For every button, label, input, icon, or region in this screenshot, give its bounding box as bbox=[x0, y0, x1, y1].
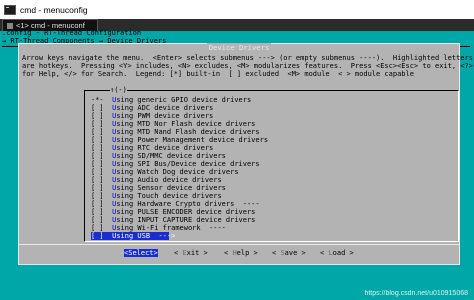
window-titlebar: cmd - menuconfig bbox=[0, 0, 474, 19]
menu-item-label: sing PULSE ENCODER device drivers bbox=[116, 208, 256, 216]
menu-item-checkbox[interactable]: [ ] bbox=[91, 168, 104, 176]
menu-item-checkbox[interactable]: [ ] bbox=[91, 184, 104, 192]
menu-item-label: sing RTC device drivers bbox=[116, 144, 214, 152]
help-text-line: are hotkeys. Pressing <Y> includes, <N> … bbox=[22, 62, 473, 70]
menu-item[interactable]: [ ] Using SPI Bus/Device device drivers bbox=[91, 160, 260, 168]
button-label: elp > bbox=[236, 249, 258, 257]
console-tab-icon bbox=[7, 22, 13, 29]
menu-item-label: sing ADC device drivers bbox=[116, 104, 214, 112]
menu-item-checkbox[interactable]: [ ] bbox=[91, 208, 104, 216]
menu-item[interactable]: [ ] Using PWM device drivers bbox=[91, 112, 251, 120]
help-text-line: for Help, </> for Search. Legend: [*] bu… bbox=[22, 70, 414, 78]
menu-item-label: sing USB ---> bbox=[116, 232, 176, 240]
menu-item-checkbox[interactable]: [ ] bbox=[91, 120, 104, 128]
menu-item-checkbox[interactable]: [ ] bbox=[91, 152, 104, 160]
menu-item-checkbox[interactable]: [ ] bbox=[91, 160, 104, 168]
window-title: cmd - menuconfig bbox=[20, 4, 88, 15]
menu-item[interactable]: [ ] Using Watch Dog device drivers bbox=[91, 168, 251, 176]
menu-item[interactable]: [ ] Using PULSE ENCODER device drivers bbox=[91, 208, 255, 216]
menu-item-checkbox[interactable]: [ ] bbox=[91, 136, 104, 144]
menu-item-label: sing Power Management device drivers bbox=[116, 136, 269, 144]
terminal-icon bbox=[4, 4, 16, 15]
button-label: xit > bbox=[186, 249, 208, 257]
menu-item[interactable]: [ ] Using MTD Nand Flash device drivers bbox=[91, 128, 260, 136]
menu-item-label: sing Wi-Fi framework ---- bbox=[116, 224, 226, 232]
menu-item-checkbox[interactable]: -*- bbox=[91, 96, 104, 104]
menu-item-label: sing generic GPIO device drivers bbox=[116, 96, 252, 104]
menu-item-label: sing INPUT CAPTURE device drivers bbox=[116, 216, 256, 224]
menu-item-label: sing Hardware Crypto drivers ---- bbox=[116, 200, 260, 208]
menu-item-checkbox[interactable]: [ ] bbox=[91, 176, 104, 184]
menu-dialog: Device Drivers Arrow keys navigate the m… bbox=[18, 43, 473, 265]
menu-item[interactable]: [ ] Using Power Management device driver… bbox=[91, 136, 268, 144]
menu-item-label: sing SPI Bus/Device device drivers bbox=[116, 160, 260, 168]
menu-item-checkbox[interactable]: [ ] bbox=[91, 128, 104, 136]
menu-item[interactable]: [ ] Using Audio device drivers bbox=[91, 176, 251, 184]
menu-item[interactable]: [ ] Using MTD Nor Flash device drivers bbox=[91, 120, 255, 128]
button-save[interactable]: < Save > bbox=[272, 249, 306, 257]
menu-item[interactable]: [ ] Using Touch device drivers bbox=[91, 192, 251, 200]
dialog-title: Device Drivers bbox=[19, 43, 459, 52]
button-bar: <Select> < Exit > < Help > < Save > < Load > bbox=[19, 244, 459, 261]
scroll-up-indicator: ↑(-) bbox=[110, 86, 127, 94]
config-title: .config - RT-Thread Configuration bbox=[2, 29, 142, 37]
dialog-title-text: Device Drivers bbox=[206, 43, 272, 52]
button-load[interactable]: < Load > bbox=[320, 249, 354, 257]
menu-item[interactable]: [ ] Using Hardware Crypto drivers ---- bbox=[91, 200, 260, 208]
watermark: https://blog.csdn.net/u010915068 bbox=[364, 290, 468, 297]
menu-item-label: sing Watch Dog device drivers bbox=[116, 168, 239, 176]
menu-item-checkbox[interactable]: [ ] bbox=[91, 112, 104, 120]
menu-item[interactable]: [ ] Using Sensor device drivers bbox=[91, 184, 251, 192]
menu-item-label: sing Touch device drivers bbox=[116, 192, 222, 200]
button-select[interactable]: <Select> bbox=[124, 249, 158, 257]
button-label: ave > bbox=[284, 249, 306, 257]
button-label: oad > bbox=[332, 249, 354, 257]
menu-item[interactable]: [ ] Using RTC device drivers bbox=[91, 144, 251, 152]
menu-item-label: sing Sensor device drivers bbox=[116, 184, 226, 192]
menu-item-label: sing MTD Nand Flash device drivers bbox=[116, 128, 260, 136]
button-exit[interactable]: < Exit > bbox=[174, 249, 208, 257]
console-area: .config - RT-Thread Configuration → RT-T… bbox=[0, 29, 474, 300]
menu-item-checkbox[interactable]: [ ] bbox=[91, 104, 104, 112]
menu-item[interactable]: [ ] Using Wi-Fi framework ---- bbox=[91, 224, 251, 232]
menu-item-label: sing Audio device drivers bbox=[116, 176, 222, 184]
menu-item-checkbox[interactable]: [ ] bbox=[91, 200, 104, 208]
menu-list[interactable]: ↑(-) -*- Using generic GPIO device drive… bbox=[84, 86, 459, 242]
menu-item-checkbox[interactable]: [ ] bbox=[91, 216, 104, 224]
menu-item[interactable]: [ ] Using SD/MMC device drivers bbox=[91, 152, 251, 160]
menu-item[interactable]: -*- Using generic GPIO device drivers bbox=[91, 96, 251, 104]
button-label: elect> bbox=[132, 249, 158, 257]
menu-item[interactable]: [ ] Using USB ---> bbox=[91, 232, 175, 240]
menu-item-checkbox[interactable]: [ ] bbox=[91, 224, 104, 232]
menu-item[interactable]: [ ] Using INPUT CAPTURE device drivers bbox=[91, 216, 255, 224]
menu-item-checkbox[interactable]: [ ] bbox=[91, 232, 104, 240]
button-help[interactable]: < Help > bbox=[224, 249, 258, 257]
menu-item-label: sing PWM device drivers bbox=[116, 112, 214, 120]
menu-item-label: sing MTD Nor Flash device drivers bbox=[116, 120, 256, 128]
menu-item-label: sing SD/MMC device drivers bbox=[116, 152, 226, 160]
menu-item-checkbox[interactable]: [ ] bbox=[91, 144, 104, 152]
help-text-line: Arrow keys navigate the menu. <Enter> se… bbox=[22, 54, 473, 62]
menu-item[interactable]: [ ] Using ADC device drivers bbox=[91, 104, 251, 112]
menu-item-checkbox[interactable]: [ ] bbox=[91, 192, 104, 200]
